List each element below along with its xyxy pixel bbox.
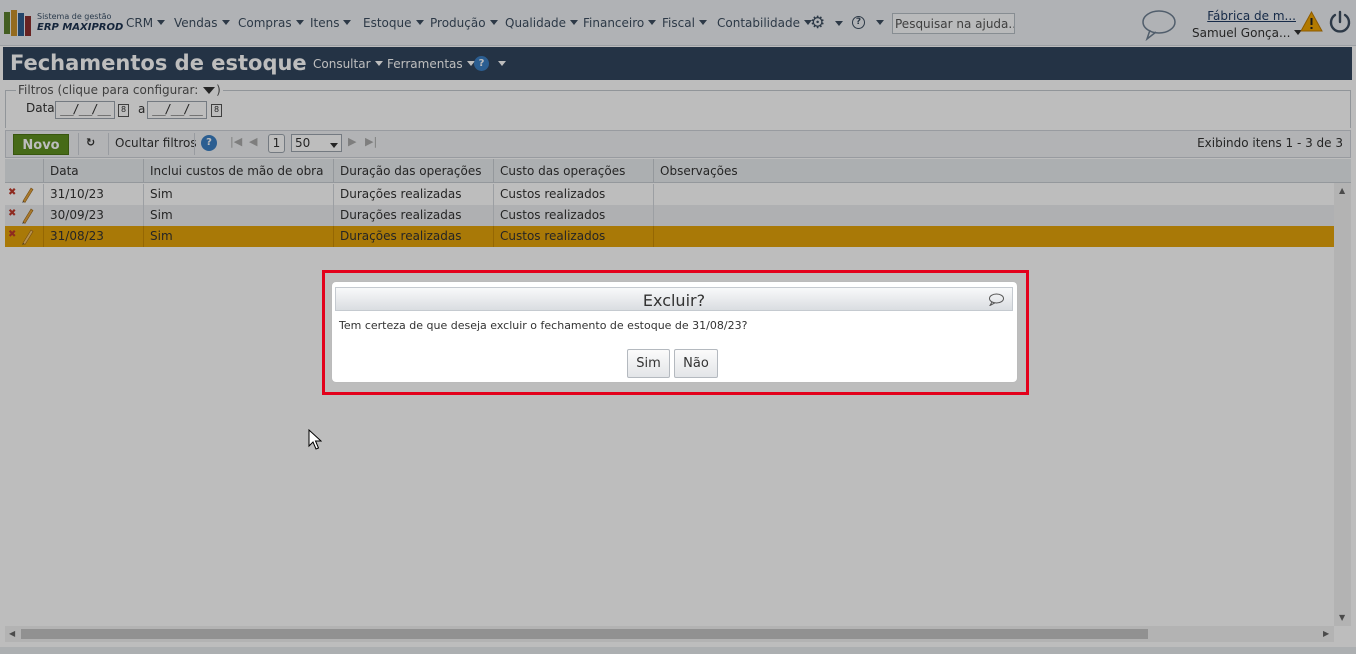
confirm-yes-button[interactable]: Sim [627,349,670,378]
dialog-message: Tem certeza de que deseja excluir o fech… [339,319,748,332]
chat-bubble-icon[interactable] [988,293,1004,306]
mouse-cursor-icon [308,429,322,450]
dialog-title: Excluir? [642,291,706,310]
confirm-no-button[interactable]: Não [674,349,718,378]
dialog-title-bar: Excluir? [335,287,1013,311]
